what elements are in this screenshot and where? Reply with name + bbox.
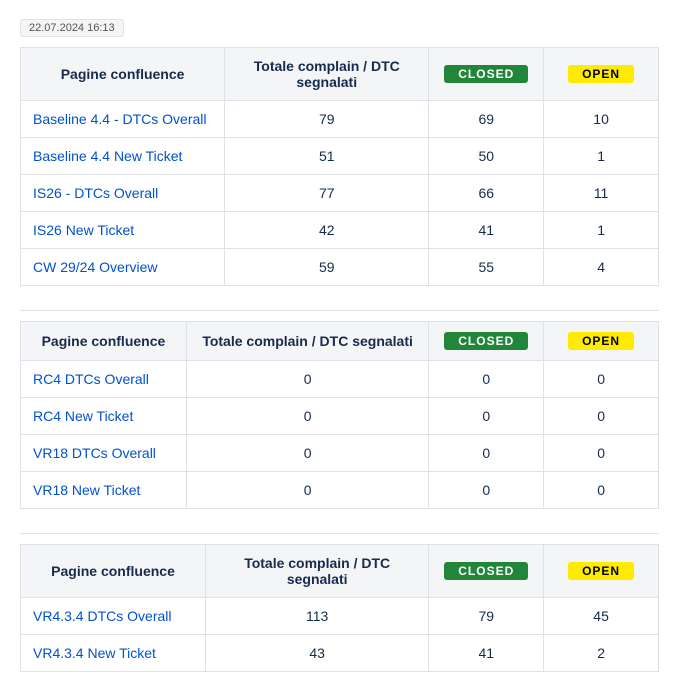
page-link[interactable]: Baseline 4.4 - DTCs Overall: [33, 111, 207, 127]
open-cell: 11: [544, 175, 659, 212]
closed-cell: 41: [429, 635, 544, 672]
closed-cell: 66: [429, 175, 544, 212]
open-badge: OPEN: [568, 65, 634, 83]
closed-cell: 69: [429, 101, 544, 138]
col-header-open: OPEN: [544, 545, 659, 598]
table-row: VR4.3.4 DTCs Overall 1137945: [21, 598, 659, 635]
table-row: RC4 DTCs Overall000: [21, 361, 659, 398]
page-link[interactable]: VR18 DTCs Overall: [33, 445, 156, 461]
col-header-closed: CLOSED: [429, 545, 544, 598]
open-cell: 0: [544, 472, 659, 509]
page-link[interactable]: RC4 DTCs Overall: [33, 371, 149, 387]
table-row: VR4.3.4 New Ticket 43412: [21, 635, 659, 672]
total-cell: 79: [225, 101, 429, 138]
col-header-open: OPEN: [544, 48, 659, 101]
closed-cell: 0: [429, 472, 544, 509]
table-row: IS26 New Ticket 42411: [21, 212, 659, 249]
page-link[interactable]: CW 29/24 Overview: [33, 259, 157, 275]
col-header-pages: Pagine confluence: [21, 322, 187, 361]
total-cell: 0: [186, 361, 428, 398]
page-link[interactable]: Baseline 4.4 New Ticket: [33, 148, 182, 164]
table-row: Baseline 4.4 New Ticket 51501: [21, 138, 659, 175]
open-cell: 0: [544, 398, 659, 435]
total-cell: 43: [206, 635, 429, 672]
table-row: VR18 New Ticket000: [21, 472, 659, 509]
closed-cell: 0: [429, 361, 544, 398]
open-badge: OPEN: [568, 332, 634, 350]
page-link[interactable]: RC4 New Ticket: [33, 408, 133, 424]
col-header-open: OPEN: [544, 322, 659, 361]
page-link[interactable]: VR4.3.4 DTCs Overall: [33, 608, 171, 624]
open-cell: 45: [544, 598, 659, 635]
closed-cell: 79: [429, 598, 544, 635]
col-header-pages: Pagine confluence: [21, 48, 225, 101]
closed-cell: 50: [429, 138, 544, 175]
data-table: Pagine confluenceTotale complain / DTC s…: [20, 321, 659, 509]
open-badge: OPEN: [568, 562, 634, 580]
timestamp: 22.07.2024 16:13: [20, 19, 124, 37]
page-link[interactable]: IS26 - DTCs Overall: [33, 185, 158, 201]
col-header-pages: Pagine confluence: [21, 545, 206, 598]
col-header-closed: CLOSED: [429, 322, 544, 361]
data-table: Pagine confluenceTotale complain / DTC s…: [20, 544, 659, 672]
open-cell: 10: [544, 101, 659, 138]
total-cell: 42: [225, 212, 429, 249]
total-cell: 59: [225, 249, 429, 286]
total-cell: 0: [186, 472, 428, 509]
open-cell: 1: [544, 138, 659, 175]
open-cell: 4: [544, 249, 659, 286]
total-cell: 0: [186, 398, 428, 435]
open-cell: 2: [544, 635, 659, 672]
section-separator: [20, 310, 659, 311]
page-link[interactable]: VR18 New Ticket: [33, 482, 140, 498]
table-row: IS26 - DTCs Overall 776611: [21, 175, 659, 212]
total-cell: 113: [206, 598, 429, 635]
closed-cell: 41: [429, 212, 544, 249]
col-header-total: Totale complain / DTC segnalati: [186, 322, 428, 361]
table-row: Baseline 4.4 - DTCs Overall 796910: [21, 101, 659, 138]
total-cell: 0: [186, 435, 428, 472]
page-link[interactable]: IS26 New Ticket: [33, 222, 134, 238]
page-link[interactable]: VR4.3.4 New Ticket: [33, 645, 156, 661]
table-row: VR18 DTCs Overall000: [21, 435, 659, 472]
total-cell: 51: [225, 138, 429, 175]
closed-badge: CLOSED: [444, 65, 528, 83]
open-cell: 0: [544, 435, 659, 472]
col-header-total: Totale complain / DTC segnalati: [206, 545, 429, 598]
closed-badge: CLOSED: [444, 562, 528, 580]
table-row: CW 29/24 Overview 59554: [21, 249, 659, 286]
total-cell: 77: [225, 175, 429, 212]
closed-cell: 0: [429, 435, 544, 472]
closed-cell: 55: [429, 249, 544, 286]
section-separator: [20, 533, 659, 534]
closed-cell: 0: [429, 398, 544, 435]
col-header-total: Totale complain / DTC segnalati: [225, 48, 429, 101]
data-table: Pagine confluenceTotale complain / DTC s…: [20, 47, 659, 286]
open-cell: 1: [544, 212, 659, 249]
col-header-closed: CLOSED: [429, 48, 544, 101]
open-cell: 0: [544, 361, 659, 398]
closed-badge: CLOSED: [444, 332, 528, 350]
table-row: RC4 New Ticket000: [21, 398, 659, 435]
